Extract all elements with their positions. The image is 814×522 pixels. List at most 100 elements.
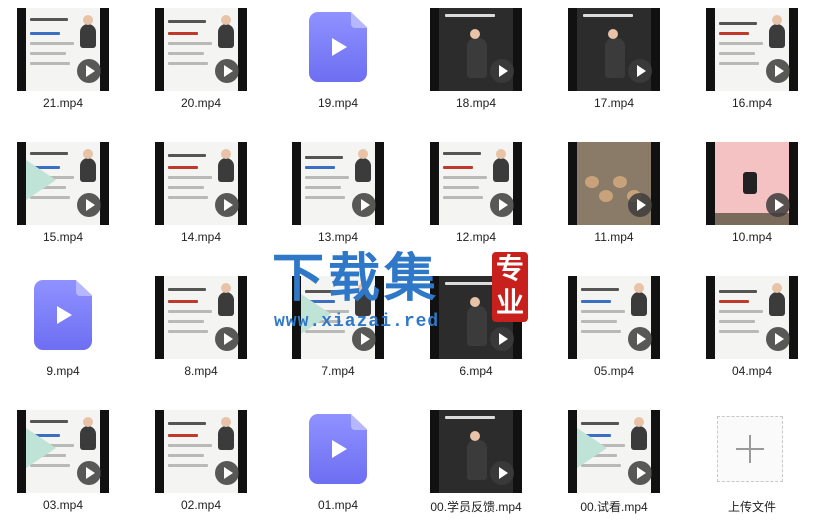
file-name: 7.mp4 bbox=[321, 364, 355, 378]
thumbnail-text-line bbox=[168, 422, 206, 425]
play-icon[interactable] bbox=[215, 327, 239, 351]
file-name: 18.mp4 bbox=[455, 96, 497, 110]
file-tile[interactable]: 05.mp4 bbox=[559, 268, 669, 388]
file-tile[interactable]: 11.mp4 bbox=[559, 134, 669, 254]
thumbnail-text-line bbox=[168, 52, 204, 55]
thumbnail-text-line bbox=[168, 300, 198, 303]
file-tile[interactable]: 14.mp4 bbox=[146, 134, 256, 254]
thumbnail-text-line bbox=[305, 166, 335, 169]
file-name: 17.mp4 bbox=[593, 96, 635, 110]
play-icon[interactable] bbox=[766, 327, 790, 351]
thumbnail-text-line bbox=[30, 196, 70, 199]
file-name: 00.试看.mp4 bbox=[580, 500, 648, 514]
play-icon[interactable] bbox=[77, 59, 101, 83]
play-icon[interactable] bbox=[490, 327, 514, 351]
presenter-figure bbox=[218, 417, 234, 450]
play-icon[interactable] bbox=[628, 461, 652, 485]
presenter-figure bbox=[218, 149, 234, 182]
file-tile[interactable]: 00.试看.mp4 bbox=[559, 402, 669, 522]
play-icon[interactable] bbox=[490, 59, 514, 83]
thumbnail-text-line bbox=[168, 330, 208, 333]
file-tile[interactable]: 12.mp4 bbox=[421, 134, 531, 254]
file-tile[interactable]: 13.mp4 bbox=[283, 134, 393, 254]
thumbnail-text-line bbox=[719, 300, 749, 303]
file-tile[interactable]: 20.mp4 bbox=[146, 0, 256, 120]
file-tile[interactable]: 18.mp4 bbox=[421, 0, 531, 120]
play-icon[interactable] bbox=[628, 59, 652, 83]
file-tile[interactable]: 10.mp4 bbox=[697, 134, 807, 254]
play-icon[interactable] bbox=[215, 461, 239, 485]
phone-image bbox=[743, 172, 757, 194]
file-tile[interactable]: 6.mp4 bbox=[421, 268, 531, 388]
file-name: 03.mp4 bbox=[42, 498, 84, 512]
presenter-figure bbox=[467, 431, 487, 480]
presenter-figure bbox=[493, 149, 509, 182]
thumbnail-photo-blob bbox=[599, 190, 613, 202]
thumbnail-text-line bbox=[30, 152, 68, 155]
file-tile[interactable]: 19.mp4 bbox=[283, 0, 393, 120]
file-tile[interactable]: 03.mp4 bbox=[8, 402, 118, 522]
video-thumbnail bbox=[155, 142, 247, 225]
video-thumbnail bbox=[706, 8, 798, 91]
play-icon[interactable] bbox=[215, 193, 239, 217]
play-icon[interactable] bbox=[628, 327, 652, 351]
thumbnail-text-line bbox=[581, 464, 621, 467]
file-tile[interactable]: 9.mp4 bbox=[8, 268, 118, 388]
file-tile[interactable]: 7.mp4 bbox=[283, 268, 393, 388]
thumbnail-text-line bbox=[168, 434, 198, 437]
thumbnail-text-line bbox=[168, 176, 212, 179]
thumbnail-photo-blob bbox=[613, 176, 627, 188]
thumbnail-caption-line bbox=[583, 14, 633, 17]
play-icon[interactable] bbox=[77, 461, 101, 485]
file-name: 20.mp4 bbox=[180, 96, 222, 110]
thumbnail-text-line bbox=[305, 186, 341, 189]
presenter-figure bbox=[467, 29, 487, 78]
file-tile[interactable]: 00.学员反馈.mp4 bbox=[421, 402, 531, 522]
thumbnail-text-line bbox=[168, 20, 206, 23]
file-tile[interactable]: 16.mp4 bbox=[697, 0, 807, 120]
play-icon[interactable] bbox=[766, 59, 790, 83]
play-icon[interactable] bbox=[490, 193, 514, 217]
thumbnail-text-line bbox=[443, 152, 481, 155]
thumbnail-text-line bbox=[168, 320, 204, 323]
video-thumbnail bbox=[568, 276, 660, 359]
file-grid: 21.mp4 20.mp4 19.mp4 18.mp4 17.mp4 16.mp4 15.m… bbox=[0, 0, 814, 518]
thumbnail-text-line bbox=[30, 18, 68, 21]
play-icon[interactable] bbox=[628, 193, 652, 217]
thumbnail-text-line bbox=[719, 290, 757, 293]
file-tile[interactable]: 15.mp4 bbox=[8, 134, 118, 254]
file-tile[interactable]: 8.mp4 bbox=[146, 268, 256, 388]
presenter-figure bbox=[467, 297, 487, 346]
play-icon[interactable] bbox=[77, 193, 101, 217]
play-icon[interactable] bbox=[352, 193, 376, 217]
play-icon[interactable] bbox=[766, 193, 790, 217]
video-file-icon bbox=[34, 280, 92, 350]
thumbnail-text-line bbox=[443, 176, 487, 179]
file-tile[interactable]: 02.mp4 bbox=[146, 402, 256, 522]
thumbnail-caption-line bbox=[445, 282, 495, 285]
thumbnail-text-line bbox=[719, 52, 755, 55]
file-name: 14.mp4 bbox=[180, 230, 222, 244]
file-tile[interactable]: 04.mp4 bbox=[697, 268, 807, 388]
video-thumbnail bbox=[292, 142, 384, 225]
play-icon[interactable] bbox=[215, 59, 239, 83]
plus-icon bbox=[717, 416, 783, 482]
play-icon[interactable] bbox=[490, 461, 514, 485]
thumbnail-text-line bbox=[30, 32, 60, 35]
file-tile[interactable]: 01.mp4 bbox=[283, 402, 393, 522]
thumbnail-text-line bbox=[30, 464, 70, 467]
file-name: 05.mp4 bbox=[593, 364, 635, 378]
video-thumbnail bbox=[17, 8, 109, 91]
video-thumbnail bbox=[430, 8, 522, 91]
video-thumbnail bbox=[155, 276, 247, 359]
thumbnail-text-line bbox=[581, 330, 621, 333]
upload-file-button[interactable]: 上传文件 bbox=[697, 402, 807, 522]
file-name: 9.mp4 bbox=[46, 364, 80, 378]
thumbnail-text-line bbox=[581, 320, 617, 323]
play-icon[interactable] bbox=[352, 327, 376, 351]
file-name: 02.mp4 bbox=[180, 498, 222, 512]
thumbnail-text-line bbox=[168, 154, 206, 157]
thumbnail-text-line bbox=[168, 62, 208, 65]
file-tile[interactable]: 21.mp4 bbox=[8, 0, 118, 120]
file-tile[interactable]: 17.mp4 bbox=[559, 0, 669, 120]
